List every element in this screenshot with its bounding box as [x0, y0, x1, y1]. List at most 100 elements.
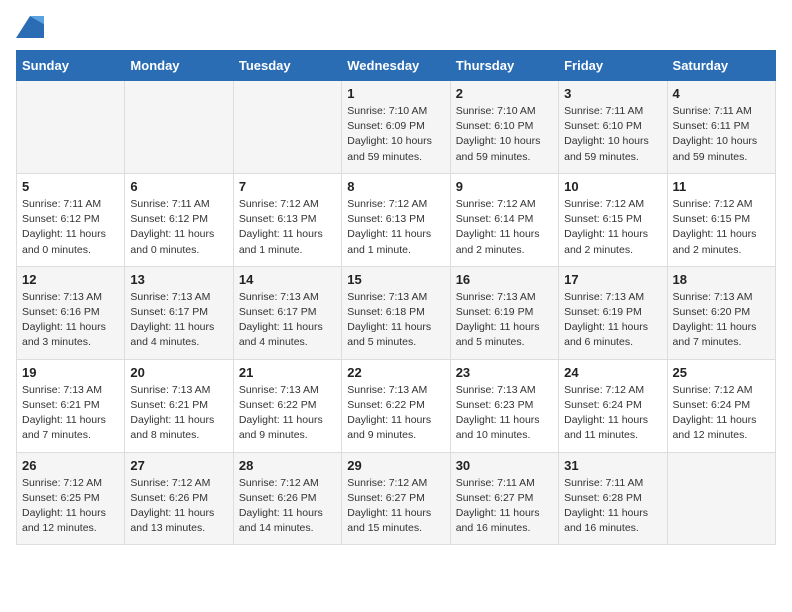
- day-cell: 20 Sunrise: 7:13 AM Sunset: 6:21 PM Dayli…: [125, 359, 233, 452]
- day-info: Sunrise: 7:12 AM Sunset: 6:13 PM Dayligh…: [239, 197, 336, 258]
- day-cell: 4 Sunrise: 7:11 AM Sunset: 6:11 PM Daylig…: [667, 81, 775, 174]
- day-info: Sunrise: 7:13 AM Sunset: 6:22 PM Dayligh…: [239, 383, 336, 444]
- day-info: Sunrise: 7:13 AM Sunset: 6:21 PM Dayligh…: [130, 383, 227, 444]
- day-info: Sunrise: 7:11 AM Sunset: 6:12 PM Dayligh…: [130, 197, 227, 258]
- day-info: Sunrise: 7:13 AM Sunset: 6:21 PM Dayligh…: [22, 383, 119, 444]
- day-cell: 29 Sunrise: 7:12 AM Sunset: 6:27 PM Dayli…: [342, 452, 450, 545]
- day-cell: [667, 452, 775, 545]
- day-info: Sunrise: 7:12 AM Sunset: 6:15 PM Dayligh…: [673, 197, 770, 258]
- day-number: 21: [239, 365, 336, 380]
- logo: [16, 16, 48, 38]
- day-cell: 12Sunrise: 7:13 AM Sunset: 6:16 PM Dayli…: [17, 266, 125, 359]
- day-number: 24: [564, 365, 661, 380]
- day-number: 3: [564, 86, 661, 101]
- day-info: Sunrise: 7:13 AM Sunset: 6:19 PM Dayligh…: [456, 290, 553, 351]
- day-number: 20: [130, 365, 227, 380]
- day-cell: 19 Sunrise: 7:13 AM Sunset: 6:21 PM Dayli…: [17, 359, 125, 452]
- day-number: 13: [130, 272, 227, 287]
- day-info: Sunrise: 7:13 AM Sunset: 6:20 PM Dayligh…: [673, 290, 770, 351]
- header-wednesday: Wednesday: [342, 51, 450, 81]
- day-number: 10: [564, 179, 661, 194]
- day-number: 6: [130, 179, 227, 194]
- day-cell: 17Sunrise: 7:13 AM Sunset: 6:19 PM Dayli…: [559, 266, 667, 359]
- day-number: 28: [239, 458, 336, 473]
- day-info: Sunrise: 7:12 AM Sunset: 6:26 PM Dayligh…: [130, 476, 227, 537]
- day-info: Sunrise: 7:10 AM Sunset: 6:10 PM Dayligh…: [456, 104, 553, 165]
- week-row-4: 19 Sunrise: 7:13 AM Sunset: 6:21 PM Dayli…: [17, 359, 776, 452]
- day-number: 30: [456, 458, 553, 473]
- day-number: 26: [22, 458, 119, 473]
- day-cell: 25 Sunrise: 7:12 AM Sunset: 6:24 PM Dayli…: [667, 359, 775, 452]
- day-info: Sunrise: 7:12 AM Sunset: 6:27 PM Dayligh…: [347, 476, 444, 537]
- day-info: Sunrise: 7:12 AM Sunset: 6:24 PM Dayligh…: [673, 383, 770, 444]
- day-cell: 3 Sunrise: 7:11 AM Sunset: 6:10 PM Daylig…: [559, 81, 667, 174]
- week-row-1: 1 Sunrise: 7:10 AM Sunset: 6:09 PM Daylig…: [17, 81, 776, 174]
- day-cell: 8Sunrise: 7:12 AM Sunset: 6:13 PM Daylig…: [342, 173, 450, 266]
- week-row-3: 12Sunrise: 7:13 AM Sunset: 6:16 PM Dayli…: [17, 266, 776, 359]
- day-cell: 9Sunrise: 7:12 AM Sunset: 6:14 PM Daylig…: [450, 173, 558, 266]
- day-cell: 21 Sunrise: 7:13 AM Sunset: 6:22 PM Dayli…: [233, 359, 341, 452]
- day-info: Sunrise: 7:13 AM Sunset: 6:22 PM Dayligh…: [347, 383, 444, 444]
- day-number: 27: [130, 458, 227, 473]
- day-number: 5: [22, 179, 119, 194]
- day-info: Sunrise: 7:11 AM Sunset: 6:10 PM Dayligh…: [564, 104, 661, 165]
- header-tuesday: Tuesday: [233, 51, 341, 81]
- day-cell: [17, 81, 125, 174]
- day-cell: 24 Sunrise: 7:12 AM Sunset: 6:24 PM Dayli…: [559, 359, 667, 452]
- header-sunday: Sunday: [17, 51, 125, 81]
- day-number: 8: [347, 179, 444, 194]
- day-info: Sunrise: 7:10 AM Sunset: 6:09 PM Dayligh…: [347, 104, 444, 165]
- day-cell: 7 Sunrise: 7:12 AM Sunset: 6:13 PM Daylig…: [233, 173, 341, 266]
- day-cell: 6 Sunrise: 7:11 AM Sunset: 6:12 PM Daylig…: [125, 173, 233, 266]
- day-cell: 2 Sunrise: 7:10 AM Sunset: 6:10 PM Daylig…: [450, 81, 558, 174]
- day-number: 7: [239, 179, 336, 194]
- day-number: 25: [673, 365, 770, 380]
- day-cell: 26 Sunrise: 7:12 AM Sunset: 6:25 PM Dayli…: [17, 452, 125, 545]
- day-cell: 14 Sunrise: 7:13 AM Sunset: 6:17 PM Dayli…: [233, 266, 341, 359]
- day-number: 19: [22, 365, 119, 380]
- day-info: Sunrise: 7:13 AM Sunset: 6:18 PM Dayligh…: [347, 290, 444, 351]
- day-number: 2: [456, 86, 553, 101]
- day-info: Sunrise: 7:13 AM Sunset: 6:17 PM Dayligh…: [130, 290, 227, 351]
- header-friday: Friday: [559, 51, 667, 81]
- day-number: 16: [456, 272, 553, 287]
- day-info: Sunrise: 7:12 AM Sunset: 6:25 PM Dayligh…: [22, 476, 119, 537]
- day-cell: 28 Sunrise: 7:12 AM Sunset: 6:26 PM Dayli…: [233, 452, 341, 545]
- day-number: 9: [456, 179, 553, 194]
- day-cell: [233, 81, 341, 174]
- day-info: Sunrise: 7:12 AM Sunset: 6:26 PM Dayligh…: [239, 476, 336, 537]
- day-cell: 22 Sunrise: 7:13 AM Sunset: 6:22 PM Dayli…: [342, 359, 450, 452]
- day-number: 22: [347, 365, 444, 380]
- day-cell: 5 Sunrise: 7:11 AM Sunset: 6:12 PM Daylig…: [17, 173, 125, 266]
- day-info: Sunrise: 7:13 AM Sunset: 6:19 PM Dayligh…: [564, 290, 661, 351]
- day-number: 4: [673, 86, 770, 101]
- day-number: 29: [347, 458, 444, 473]
- calendar-header-row: SundayMondayTuesdayWednesdayThursdayFrid…: [17, 51, 776, 81]
- day-cell: 11 Sunrise: 7:12 AM Sunset: 6:15 PM Dayli…: [667, 173, 775, 266]
- day-info: Sunrise: 7:11 AM Sunset: 6:12 PM Dayligh…: [22, 197, 119, 258]
- header-saturday: Saturday: [667, 51, 775, 81]
- day-number: 23: [456, 365, 553, 380]
- week-row-2: 5 Sunrise: 7:11 AM Sunset: 6:12 PM Daylig…: [17, 173, 776, 266]
- day-info: Sunrise: 7:13 AM Sunset: 6:23 PM Dayligh…: [456, 383, 553, 444]
- day-info: Sunrise: 7:13 AM Sunset: 6:17 PM Dayligh…: [239, 290, 336, 351]
- day-number: 11: [673, 179, 770, 194]
- day-info: Sunrise: 7:12 AM Sunset: 6:24 PM Dayligh…: [564, 383, 661, 444]
- day-info: Sunrise: 7:12 AM Sunset: 6:15 PM Dayligh…: [564, 197, 661, 258]
- header-monday: Monday: [125, 51, 233, 81]
- header-thursday: Thursday: [450, 51, 558, 81]
- day-cell: 23 Sunrise: 7:13 AM Sunset: 6:23 PM Dayli…: [450, 359, 558, 452]
- day-cell: 27 Sunrise: 7:12 AM Sunset: 6:26 PM Dayli…: [125, 452, 233, 545]
- day-info: Sunrise: 7:11 AM Sunset: 6:28 PM Dayligh…: [564, 476, 661, 537]
- day-number: 14: [239, 272, 336, 287]
- logo-icon: [16, 16, 44, 38]
- day-number: 31: [564, 458, 661, 473]
- day-cell: 16 Sunrise: 7:13 AM Sunset: 6:19 PM Dayli…: [450, 266, 558, 359]
- week-row-5: 26 Sunrise: 7:12 AM Sunset: 6:25 PM Dayli…: [17, 452, 776, 545]
- page-header: [16, 16, 776, 38]
- day-number: 15: [347, 272, 444, 287]
- day-cell: 18Sunrise: 7:13 AM Sunset: 6:20 PM Dayli…: [667, 266, 775, 359]
- day-number: 1: [347, 86, 444, 101]
- day-cell: 31 Sunrise: 7:11 AM Sunset: 6:28 PM Dayli…: [559, 452, 667, 545]
- day-info: Sunrise: 7:11 AM Sunset: 6:11 PM Dayligh…: [673, 104, 770, 165]
